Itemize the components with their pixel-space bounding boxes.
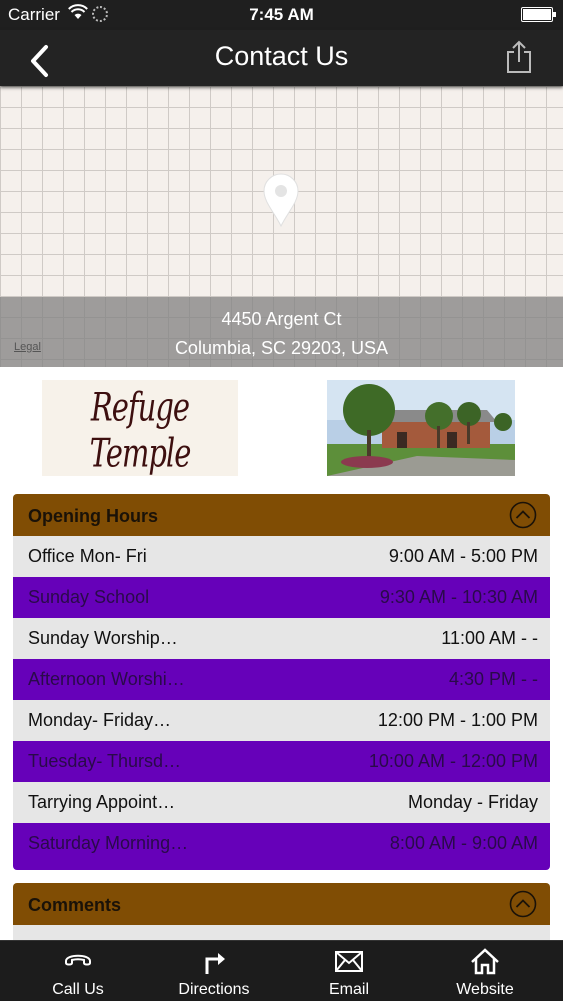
collapse-chevron-icon[interactable] <box>509 501 537 529</box>
directions-icon <box>205 953 225 974</box>
hours-row[interactable]: Afternoon Worshi… 4:30 PM - - <box>13 659 550 700</box>
tab-label: Call Us <box>52 981 104 998</box>
church-photo[interactable] <box>327 380 515 476</box>
hours-row[interactable]: Sunday School 9:30 AM - 10:30 AM <box>13 577 550 618</box>
hours-value: 4:30 PM - - <box>448 669 538 689</box>
hours-row[interactable]: Tuesday- Thursd… 10:00 AM - 12:00 PM <box>13 741 550 782</box>
hours-value: 11:00 AM - - <box>441 628 538 648</box>
hours-label: Sunday School <box>28 587 150 607</box>
hours-row[interactable]: Sunday Worship… 11:00 AM - - <box>13 618 550 659</box>
tab-website[interactable]: Website <box>415 941 555 1001</box>
tab-directions[interactable]: Directions <box>144 941 284 1001</box>
hours-value: 10:00 AM - 12:00 PM <box>368 751 538 771</box>
opening-hours-header[interactable]: Opening Hours <box>13 494 550 536</box>
hours-row[interactable]: Saturday Morning… 8:00 AM - 9:00 AM <box>13 823 550 864</box>
hours-label: Office Mon- Fri <box>28 546 147 566</box>
tab-label: Directions <box>178 981 250 998</box>
address-overlay: 4450 Argent Ct Columbia, SC 29203, USA <box>0 297 563 367</box>
hours-value: 9:00 AM - 5:00 PM <box>388 546 538 566</box>
comments-title: Comments <box>28 895 122 915</box>
tab-label: Email <box>328 981 369 998</box>
opening-hours-title: Opening Hours <box>28 506 158 526</box>
hours-label: Tarrying Appoint… <box>28 792 176 812</box>
church-logo-text: Refuge Temple Church <box>89 384 192 476</box>
church-logo: Refuge Temple Church <box>42 380 238 476</box>
hours-label: Tuesday- Thursd… <box>28 751 182 771</box>
share-icon[interactable] <box>505 40 533 74</box>
tab-call-us[interactable]: Call Us <box>8 941 148 1001</box>
page-title: Contact Us <box>214 41 349 71</box>
opening-hours-footer <box>13 864 550 870</box>
hours-label: Sunday Worship… <box>28 628 178 648</box>
battery-icon <box>521 7 556 22</box>
hours-value: 9:30 AM - 10:30 AM <box>379 587 538 607</box>
comments-header[interactable]: Comments <box>13 883 550 925</box>
address-line-2: Columbia, SC 29203, USA <box>174 338 389 358</box>
map-legal-link[interactable]: Legal <box>14 341 41 353</box>
address-line-1: 4450 Argent Ct <box>221 309 342 329</box>
navigation-bar: Contact Us <box>0 30 563 86</box>
tab-label: Website <box>456 981 514 998</box>
collapse-chevron-icon[interactable] <box>509 890 537 918</box>
hours-label: Afternoon Worshi… <box>28 669 185 689</box>
phone-icon <box>65 954 91 966</box>
hours-value: 12:00 PM - 1:00 PM <box>377 710 538 730</box>
tab-email[interactable]: Email <box>279 941 419 1001</box>
home-icon <box>471 948 499 975</box>
hours-label: Monday- Friday… <box>28 710 172 730</box>
location-map[interactable]: 4450 Argent Ct Columbia, SC 29203, USA L… <box>0 86 563 367</box>
map-pin-icon[interactable] <box>262 172 300 228</box>
status-bar: Carrier 7:45 AM <box>0 0 563 30</box>
opening-hours-section: Opening Hours Office Mon- Fri 9:00 AM - … <box>13 494 550 870</box>
hours-value: Monday - Friday <box>407 792 538 812</box>
hours-row[interactable]: Monday- Friday… 12:00 PM - 1:00 PM <box>13 700 550 741</box>
envelope-icon <box>335 951 363 972</box>
hours-row[interactable]: Tarrying Appoint… Monday - Friday <box>13 782 550 823</box>
hours-label: Saturday Morning… <box>28 833 189 853</box>
hours-value: 8:00 AM - 9:00 AM <box>389 833 538 853</box>
hours-row[interactable]: Office Mon- Fri 9:00 AM - 5:00 PM <box>13 536 550 577</box>
comments-section: Comments <box>13 883 550 945</box>
bottom-tab-bar: Call Us Directions Email Website <box>0 940 563 1001</box>
status-time: 7:45 AM <box>249 5 314 24</box>
